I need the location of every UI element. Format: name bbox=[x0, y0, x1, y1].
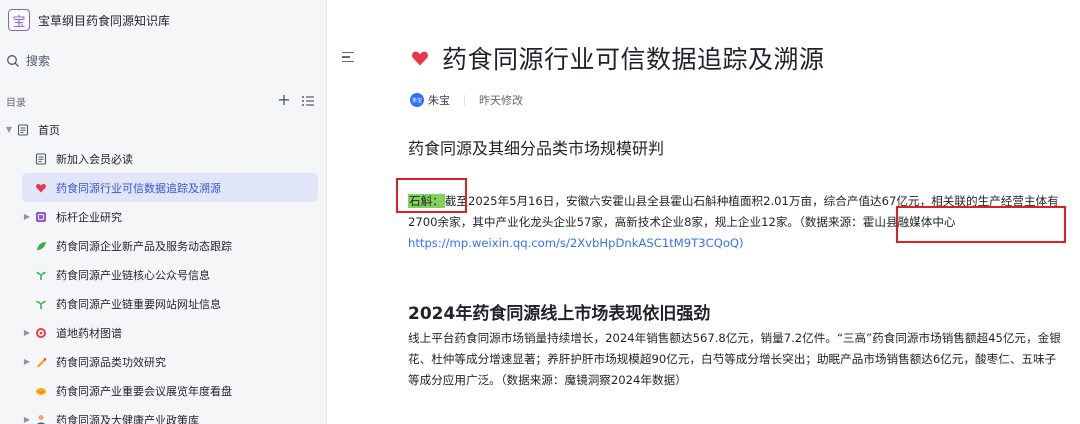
brand-logo: 宝 bbox=[8, 9, 30, 31]
doc-tree: ▼ 首页 新加入会员必读 药食同源行业可信数据追踪及溯源 ▶ 标杆企业研究 药食… bbox=[0, 115, 326, 424]
tree-item-benchmark[interactable]: ▶ 标杆企业研究 bbox=[0, 202, 318, 231]
add-icon[interactable]: + bbox=[276, 92, 292, 109]
list-options-icon[interactable] bbox=[300, 93, 316, 109]
target-icon bbox=[34, 326, 48, 340]
modified-time: 昨天修改 bbox=[479, 94, 523, 107]
doc-meta: 朱宝 朱宝 昨天修改 bbox=[410, 92, 523, 108]
heart-icon bbox=[34, 181, 48, 195]
handshake-icon bbox=[34, 384, 48, 398]
tree-item-home[interactable]: ▼ 首页 bbox=[0, 115, 318, 144]
page-title: 药食同源行业可信数据追踪及溯源 bbox=[442, 45, 825, 74]
tree-item-label: 药食同源及大健康产业政策库 bbox=[56, 413, 199, 424]
person-icon bbox=[34, 413, 48, 424]
crayon-icon bbox=[34, 355, 48, 369]
source-link[interactable]: https://mp.weixin.qq.com/s/2XvbHpDnkASC1… bbox=[408, 236, 744, 250]
leaf-icon bbox=[34, 239, 48, 253]
tree-item-label: 新加入会员必读 bbox=[56, 152, 133, 166]
avatar[interactable]: 朱宝 bbox=[410, 93, 424, 107]
author-name[interactable]: 朱宝 bbox=[428, 92, 450, 108]
section-heading-online-market: 2024年药食同源线上市场表现依旧强劲 bbox=[408, 304, 711, 324]
tree-item-data-tracking[interactable]: 药食同源行业可信数据追踪及溯源 bbox=[22, 173, 318, 202]
tree-item-official-accounts[interactable]: 药食同源产业链核心公众号信息 bbox=[0, 260, 318, 289]
tree-item-websites[interactable]: 药食同源产业链重要网站网址信息 bbox=[0, 289, 318, 318]
sprout-icon bbox=[34, 297, 48, 311]
expand-caret-icon[interactable]: ▼ bbox=[2, 125, 16, 134]
tree-item-label: 药食同源企业新产品及服务动态跟踪 bbox=[56, 239, 232, 253]
tree-item-label: 药食同源产业重要会议展览年度看盘 bbox=[56, 384, 232, 398]
toc-header: 目录 + bbox=[6, 92, 316, 109]
doc-icon bbox=[16, 123, 30, 137]
search-box[interactable]: 搜索 bbox=[6, 52, 50, 69]
tree-item-label: 首页 bbox=[38, 123, 60, 137]
tree-item-efficacy[interactable]: ▶ 药食同源品类功效研究 bbox=[0, 347, 318, 376]
sidebar: 宝 宝草纲目药食同源知识库 搜索 目录 + ▼ 首页 新加入会员必读 药食同源行… bbox=[0, 0, 327, 424]
expand-caret-icon[interactable]: ▶ bbox=[20, 357, 34, 366]
sprout-icon bbox=[34, 268, 48, 282]
tree-item-herb-map[interactable]: ▶ 道地药材图谱 bbox=[0, 318, 318, 347]
search-icon bbox=[7, 54, 19, 67]
tree-item-label: 药食同源品类功效研究 bbox=[56, 355, 166, 369]
tree-item-new-member[interactable]: 新加入会员必读 bbox=[0, 144, 318, 173]
heart-icon bbox=[412, 51, 428, 66]
tree-item-conferences[interactable]: 药食同源产业重要会议展览年度看盘 bbox=[0, 376, 318, 405]
brand-title: 宝草纲目药食同源知识库 bbox=[38, 13, 171, 28]
app-window: 宝 宝草纲目药食同源知识库 搜索 目录 + ▼ 首页 新加入会员必读 药食同源行… bbox=[0, 0, 1080, 424]
expand-caret-icon[interactable]: ▶ bbox=[20, 328, 34, 337]
tree-item-label: 药食同源行业可信数据追踪及溯源 bbox=[56, 181, 221, 195]
brand[interactable]: 宝 宝草纲目药食同源知识库 bbox=[8, 9, 170, 31]
paragraph-online-market: 线上平台药食同源市场销量持续增长，2024年销售额达567.8亿元，销量7.2亿… bbox=[408, 331, 1061, 387]
expand-caret-icon[interactable]: ▶ bbox=[20, 415, 34, 424]
annotation-box-keyword bbox=[396, 178, 467, 213]
tree-item-label: 标杆企业研究 bbox=[56, 210, 122, 224]
doc-content: 药食同源行业可信数据追踪及溯源 朱宝 朱宝 昨天修改 药食同源及其细分品类市场规… bbox=[328, 0, 1080, 424]
tree-item-label: 药食同源产业链核心公众号信息 bbox=[56, 268, 210, 282]
tree-item-label: 药食同源产业链重要网站网址信息 bbox=[56, 297, 221, 311]
toc-label: 目录 bbox=[6, 97, 26, 109]
annotation-box-source bbox=[896, 206, 1066, 243]
tree-item-new-products[interactable]: 药食同源企业新产品及服务动态跟踪 bbox=[0, 231, 318, 260]
doc-header: 药食同源行业可信数据追踪及溯源 bbox=[410, 40, 825, 76]
search-label: 搜索 bbox=[26, 54, 51, 68]
purple-box-icon bbox=[34, 210, 48, 224]
doc-icon bbox=[34, 152, 48, 166]
section-heading-market-size: 药食同源及其细分品类市场规模研判 bbox=[408, 139, 665, 158]
expand-caret-icon[interactable]: ▶ bbox=[20, 212, 34, 221]
outline-menu-icon[interactable] bbox=[342, 52, 354, 65]
tree-item-policy[interactable]: ▶ 药食同源及大健康产业政策库 bbox=[0, 405, 318, 424]
tree-item-label: 道地药材图谱 bbox=[56, 326, 122, 340]
meta-divider bbox=[464, 94, 465, 106]
